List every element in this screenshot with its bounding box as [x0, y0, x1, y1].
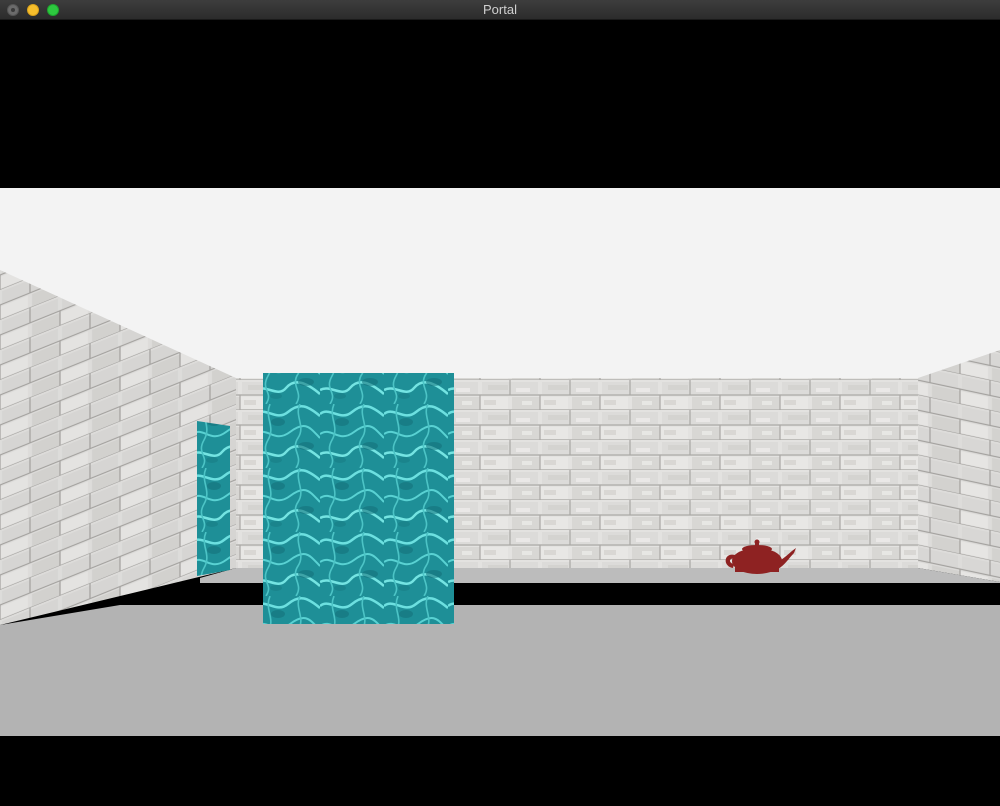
portal-main[interactable] — [263, 373, 454, 624]
app-window: Portal — [0, 0, 1000, 806]
floor — [0, 605, 1000, 736]
portal-far[interactable] — [197, 421, 230, 576]
floor-gap — [120, 583, 1000, 605]
window-title: Portal — [483, 2, 517, 17]
void-top — [0, 20, 1000, 188]
scene-canvas[interactable] — [0, 20, 1000, 806]
right-wall — [918, 350, 1000, 582]
title-bar[interactable]: Portal — [0, 0, 1000, 20]
void-bottom — [0, 736, 1000, 806]
game-viewport[interactable] — [0, 20, 1000, 806]
